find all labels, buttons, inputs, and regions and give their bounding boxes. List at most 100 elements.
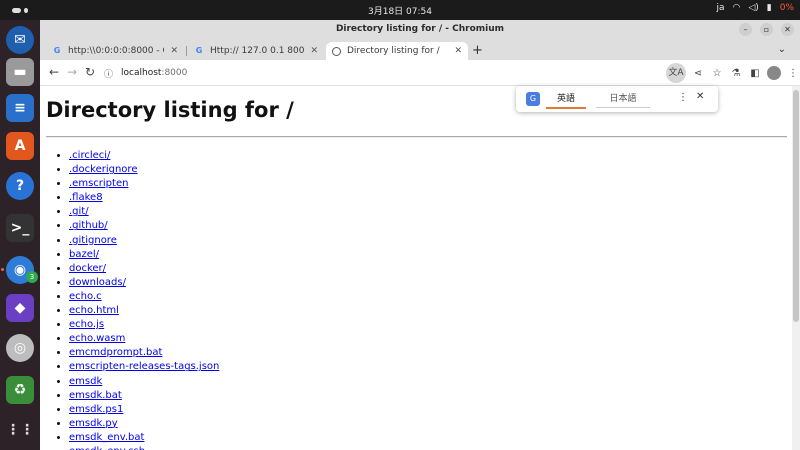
window-title: Directory listing for / - Chromium [335,24,505,34]
tab-label: Directory listing for / [347,46,440,56]
file-link[interactable]: emsdk_env.bat [69,432,144,443]
tab-close-icon[interactable]: ✕ [454,46,462,56]
file-list: .circleci/ .dockerignore .emscripten .flake… [69,149,219,450]
files-icon[interactable]: ▬ [6,58,34,86]
list-item: echo.c [69,290,219,304]
terminal-icon[interactable]: >_ [6,214,34,242]
page-title: Directory listing for / [46,98,294,122]
extension-icon[interactable]: ⚗ [729,68,743,79]
tab-label: Http:// 127.0 0.1 8000 - Go [210,46,305,56]
file-link[interactable]: echo.html [69,305,119,316]
translate-options-icon[interactable]: ⋮ [678,92,688,103]
show-apps-icon[interactable]: ⋮⋮ [6,416,34,444]
maximize-button[interactable]: ▫ [760,23,773,36]
thunderbird-icon[interactable]: ✉ [6,26,34,54]
globe-icon [332,46,341,56]
file-link[interactable]: emsdk.ps1 [69,404,123,415]
google-icon: G [53,46,61,55]
list-item: .dockerignore [69,163,219,177]
scrollbar-thumb[interactable] [793,90,799,322]
list-item: docker/ [69,262,219,276]
target-language-tab[interactable]: 日本語 [596,91,650,108]
clock[interactable]: 3月18日 07:54 [0,4,800,17]
back-button[interactable]: ← [46,65,62,79]
dock: ✉ ▬ ≡ A ? >_ ◉ 3 ◆ ◎ ♻ ⋮⋮ [0,20,40,450]
file-link[interactable]: .dockerignore [69,164,137,175]
file-link[interactable]: .flake8 [69,192,103,203]
browser-window: Directory listing for / - Chromium – ▫ ✕… [40,20,800,450]
file-link[interactable]: emsdk [69,376,102,387]
input-method-indicator[interactable]: ja [716,3,724,13]
list-item: .git/ [69,205,219,219]
file-link[interactable]: .github/ [69,220,108,231]
google-translate-icon: G [526,92,540,106]
translate-popup: G 英語 日本語 ⋮ ✕ [516,86,718,112]
list-item: emsdk.bat [69,389,219,403]
tab-2-active[interactable]: Directory listing for / ✕ [326,42,468,60]
site-info-icon[interactable]: ⓘ [104,67,113,80]
file-link[interactable]: emsdk.py [69,418,118,429]
obsidian-icon[interactable]: ◆ [6,294,34,322]
file-link[interactable]: emcmdprompt.bat [69,347,162,358]
forward-button[interactable]: → [64,65,80,79]
file-link[interactable]: .emscripten [69,178,128,189]
help-icon[interactable]: ? [6,172,34,200]
new-tab-button[interactable]: + [472,43,483,58]
tab-close-icon[interactable]: ✕ [310,46,318,56]
tab-1[interactable]: G Http:// 127.0 0.1 8000 - Go ✕ [188,42,324,60]
address-bar[interactable]: ⓘ localhost:8000 [104,63,670,83]
window-titlebar[interactable]: Directory listing for / - Chromium – ▫ ✕ [40,20,800,40]
tab-divider [186,46,187,56]
list-item: emsdk.py [69,417,219,431]
translate-icon[interactable]: 文A [666,63,686,83]
file-link[interactable]: echo.js [69,319,104,330]
list-item: echo.html [69,304,219,318]
share-icon[interactable]: ⋖ [691,68,705,79]
tab-search-chevron-icon[interactable]: ⌄ [778,44,786,55]
writer-icon[interactable]: ≡ [6,94,34,122]
list-item: .circleci/ [69,149,219,163]
profile-avatar[interactable] [767,66,781,80]
list-item: downloads/ [69,276,219,290]
list-item: emsdk [69,375,219,389]
file-link[interactable]: docker/ [69,263,106,274]
close-icon[interactable]: ✕ [696,91,704,102]
file-link[interactable]: emsdk_env.csh [69,446,145,450]
system-tray[interactable]: ja ◠ ◁) ▮ 0% [716,3,794,13]
battery-icon: ▮ [766,3,772,13]
tab-label: http:\\0:0:0:0:8000 - Goog [68,46,164,56]
tab-strip: G http:\\0:0:0:0:8000 - Goog ✕ G Http://… [40,40,800,60]
file-link[interactable]: downloads/ [69,277,126,288]
page-content: Directory listing for / .circleci/ .docke… [40,86,792,450]
tab-close-icon[interactable]: ✕ [170,46,178,56]
file-link[interactable]: echo.c [69,291,102,302]
list-item: .gitignore [69,234,219,248]
close-window-button[interactable]: ✕ [781,23,794,36]
trash-icon[interactable]: ♻ [6,376,34,404]
google-icon: G [195,46,203,55]
reload-button[interactable]: ↻ [82,65,98,79]
minimize-button[interactable]: – [739,23,752,36]
volume-icon: ◁) [748,3,759,13]
source-language-tab[interactable]: 英語 [546,91,586,109]
list-item: emcmdprompt.bat [69,346,219,360]
file-link[interactable]: bazel/ [69,249,99,260]
tab-0[interactable]: G http:\\0:0:0:0:8000 - Goog ✕ [46,42,184,60]
url-port: :8000 [161,68,188,78]
browser-menu-icon[interactable]: ⋮ [786,68,800,79]
page-scrollbar[interactable] [792,86,800,450]
file-link[interactable]: echo.wasm [69,333,125,344]
battery-percent: 0% [779,3,794,13]
disc-icon[interactable]: ◎ [6,334,34,362]
file-link[interactable]: .git/ [69,206,89,217]
list-item: echo.js [69,318,219,332]
list-item: emscripten-releases-tags.json [69,360,219,374]
file-link[interactable]: emscripten-releases-tags.json [69,361,219,372]
side-panel-icon[interactable]: ◧ [748,68,762,79]
app-center-icon[interactable]: A [6,132,34,160]
bookmark-star-icon[interactable]: ☆ [710,68,724,79]
file-link[interactable]: emsdk.bat [69,390,122,401]
file-link[interactable]: .gitignore [69,235,117,246]
file-link[interactable]: .circleci/ [69,150,110,161]
list-item: emsdk_env.bat [69,431,219,445]
